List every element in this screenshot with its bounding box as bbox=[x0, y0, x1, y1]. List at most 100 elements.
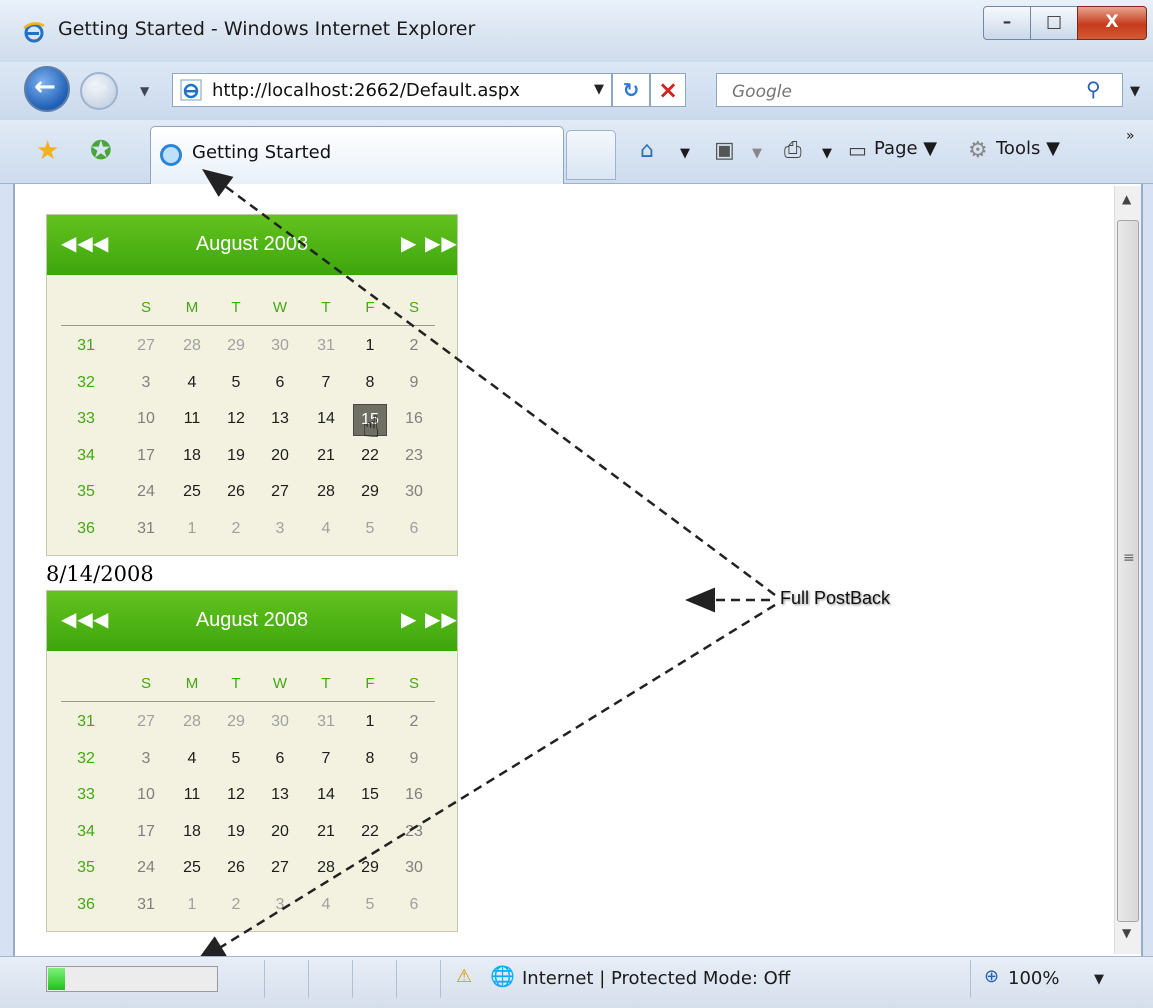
calendar-day[interactable]: 6 bbox=[397, 520, 431, 538]
calendar-day[interactable]: 8 bbox=[353, 750, 387, 768]
calendar-day[interactable]: 21 bbox=[309, 447, 343, 465]
security-zone-text[interactable]: Internet | Protected Mode: Off bbox=[522, 968, 790, 989]
recent-pages-dropdown-icon[interactable]: ▼ bbox=[140, 84, 149, 98]
calendar-day[interactable]: 2 bbox=[397, 713, 431, 731]
calendar-day[interactable]: 13 bbox=[263, 410, 297, 428]
page-icon[interactable]: ▭ bbox=[848, 138, 867, 162]
calendar-day[interactable]: 4 bbox=[309, 520, 343, 538]
calendar-day[interactable]: 31 bbox=[129, 520, 163, 538]
chevron-more-icon[interactable]: » bbox=[1126, 128, 1135, 144]
print-icon[interactable]: ⎙ bbox=[784, 138, 802, 163]
tools-menu[interactable]: Tools ▼ bbox=[996, 138, 1060, 159]
address-url[interactable]: http://localhost:2662/Default.aspx bbox=[212, 80, 520, 101]
new-tab-button[interactable] bbox=[566, 130, 616, 180]
page-menu[interactable]: Page ▼ bbox=[874, 138, 937, 159]
calendar-day[interactable]: 1 bbox=[175, 896, 209, 914]
calendar-day[interactable]: 28 bbox=[175, 337, 209, 355]
calendar-day[interactable]: 9 bbox=[397, 374, 431, 392]
calendar-day[interactable]: 5 bbox=[219, 374, 253, 392]
calendar-day[interactable]: 20 bbox=[263, 447, 297, 465]
calendar-day[interactable]: 3 bbox=[263, 520, 297, 538]
calendar-day[interactable]: 27 bbox=[129, 713, 163, 731]
calendar-day[interactable]: 26 bbox=[219, 483, 253, 501]
calendar-day[interactable]: 1 bbox=[353, 337, 387, 355]
calendar-day[interactable]: 3 bbox=[129, 374, 163, 392]
calendar-day[interactable]: 30 bbox=[263, 713, 297, 731]
calendar-day[interactable]: 10 bbox=[129, 410, 163, 428]
home-icon[interactable]: ⌂ bbox=[640, 138, 654, 163]
calendar-day[interactable]: 17 bbox=[129, 447, 163, 465]
calendar-day[interactable]: 27 bbox=[263, 483, 297, 501]
minimize-button[interactable]: – bbox=[983, 6, 1031, 40]
calendar-day[interactable]: 18 bbox=[175, 823, 209, 841]
calendar-day[interactable]: 11 bbox=[175, 786, 209, 804]
add-favorite-icon[interactable]: ✪ bbox=[90, 136, 112, 166]
favorites-center-icon[interactable]: ★ bbox=[36, 136, 59, 166]
calendar-day[interactable]: 2 bbox=[219, 896, 253, 914]
calendar-day[interactable]: 31 bbox=[309, 337, 343, 355]
calendar-day[interactable]: 16 bbox=[397, 786, 431, 804]
refresh-button[interactable]: ↻ bbox=[612, 73, 650, 107]
tab-label[interactable]: Getting Started bbox=[192, 142, 331, 163]
calendar-day[interactable]: 26 bbox=[219, 859, 253, 877]
stop-button[interactable]: × bbox=[650, 73, 686, 107]
feeds-icon[interactable]: ▣ bbox=[714, 138, 735, 163]
calendar-day[interactable]: 25 bbox=[175, 483, 209, 501]
calendar-day[interactable]: 22 bbox=[353, 823, 387, 841]
warning-icon[interactable]: ⚠ bbox=[456, 966, 472, 987]
calendar-day[interactable]: 22 bbox=[353, 447, 387, 465]
close-button[interactable]: X bbox=[1077, 6, 1147, 40]
calendar-day[interactable]: 17 bbox=[129, 823, 163, 841]
calendar-day[interactable]: 3 bbox=[129, 750, 163, 768]
calendar-day[interactable]: 16 bbox=[397, 410, 431, 428]
calendar-day[interactable]: 30 bbox=[263, 337, 297, 355]
calendar-day[interactable]: 14 bbox=[309, 410, 343, 428]
scroll-up-icon[interactable]: ▲ bbox=[1122, 192, 1131, 206]
calendar-day[interactable]: 5 bbox=[219, 750, 253, 768]
calendar-day[interactable]: 13 bbox=[263, 786, 297, 804]
address-dropdown-icon[interactable]: ▼ bbox=[594, 82, 604, 97]
calendar-day[interactable]: 15 bbox=[353, 786, 387, 804]
next-year-icon[interactable]: ▶▶ bbox=[425, 607, 458, 631]
calendar-day[interactable]: 28 bbox=[309, 859, 343, 877]
calendar-day[interactable]: 14 bbox=[309, 786, 343, 804]
calendar-day[interactable]: 19 bbox=[219, 447, 253, 465]
scrollbar-thumb[interactable] bbox=[1117, 220, 1139, 922]
calendar-day[interactable]: 24 bbox=[129, 483, 163, 501]
maximize-button[interactable]: □ bbox=[1030, 6, 1078, 40]
calendar-day[interactable]: 2 bbox=[219, 520, 253, 538]
search-options-dropdown-icon[interactable]: ▼ bbox=[1130, 84, 1140, 99]
calendar-day[interactable]: 6 bbox=[263, 374, 297, 392]
calendar-day[interactable]: 10 bbox=[129, 786, 163, 804]
calendar-day[interactable]: 8 bbox=[353, 374, 387, 392]
next-month-icon[interactable]: ▶ bbox=[401, 607, 417, 631]
calendar-day[interactable]: 1 bbox=[175, 520, 209, 538]
calendar-day[interactable]: 12 bbox=[219, 410, 253, 428]
scroll-down-icon[interactable]: ▼ bbox=[1122, 926, 1131, 940]
calendar-day[interactable]: 27 bbox=[263, 859, 297, 877]
calendar-day[interactable]: 29 bbox=[353, 859, 387, 877]
calendar-day[interactable]: 23 bbox=[397, 447, 431, 465]
calendar-day[interactable]: 12 bbox=[219, 786, 253, 804]
calendar-day[interactable]: 7 bbox=[309, 750, 343, 768]
calendar-day[interactable]: 7 bbox=[309, 374, 343, 392]
calendar-day[interactable]: 21 bbox=[309, 823, 343, 841]
feeds-dropdown-icon[interactable]: ▼ bbox=[752, 146, 762, 161]
calendar-day[interactable]: 25 bbox=[175, 859, 209, 877]
calendar-day[interactable]: 1 bbox=[353, 713, 387, 731]
calendar-day[interactable]: 19 bbox=[219, 823, 253, 841]
home-dropdown-icon[interactable]: ▼ bbox=[680, 146, 690, 161]
calendar-day[interactable]: 4 bbox=[175, 374, 209, 392]
calendar-day[interactable]: 30 bbox=[397, 859, 431, 877]
calendar-day[interactable]: 18 bbox=[175, 447, 209, 465]
calendar-day[interactable]: 27 bbox=[129, 337, 163, 355]
print-dropdown-icon[interactable]: ▼ bbox=[822, 146, 832, 161]
zoom-icon[interactable]: ⊕ bbox=[984, 966, 999, 987]
calendar-day[interactable]: 31 bbox=[129, 896, 163, 914]
calendar-day[interactable]: 2 bbox=[397, 337, 431, 355]
calendar-day[interactable]: 28 bbox=[309, 483, 343, 501]
calendar-day[interactable]: 28 bbox=[175, 713, 209, 731]
calendar-day[interactable]: 31 bbox=[309, 713, 343, 731]
search-input[interactable] bbox=[730, 78, 1034, 106]
zoom-level[interactable]: 100% bbox=[1008, 968, 1059, 989]
